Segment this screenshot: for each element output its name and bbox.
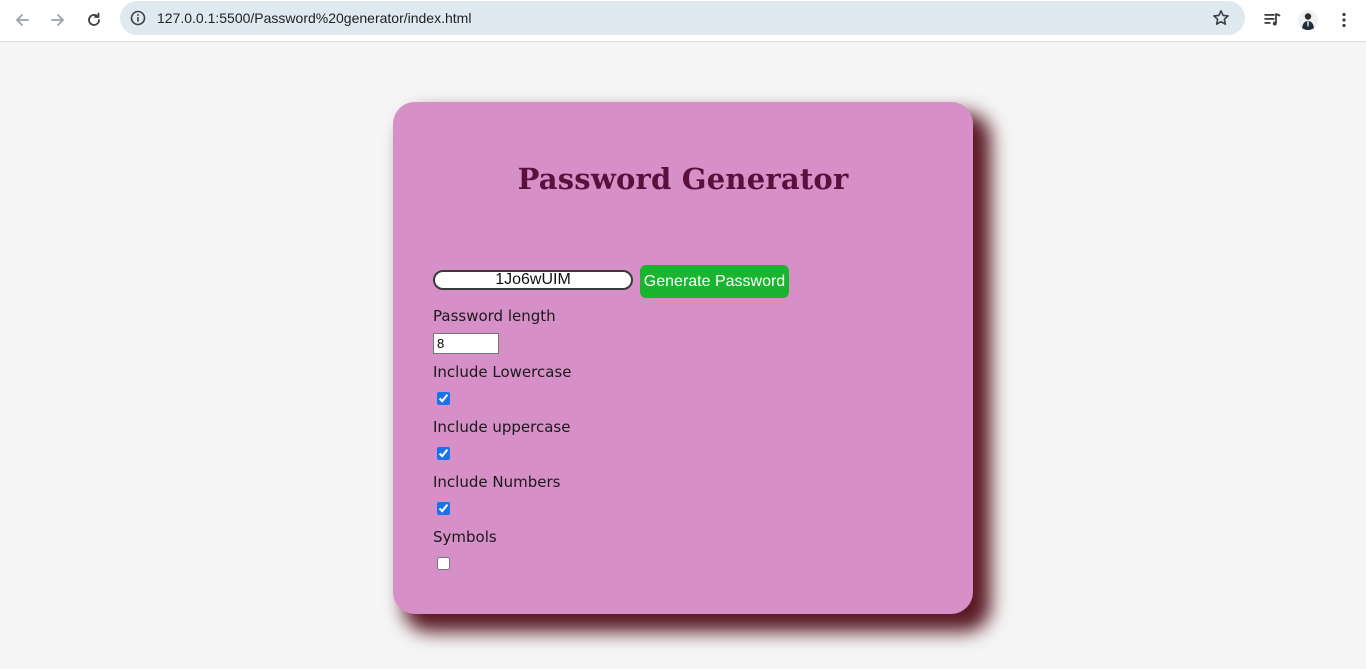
back-button[interactable] <box>8 6 36 34</box>
media-queue-icon <box>1264 13 1281 26</box>
info-icon <box>130 10 146 26</box>
site-info-button[interactable] <box>127 7 149 29</box>
reload-button[interactable] <box>80 6 108 34</box>
kebab-menu-icon <box>1342 12 1346 28</box>
arrow-right-icon <box>51 14 64 26</box>
bookmark-button[interactable] <box>1209 6 1233 30</box>
uppercase-label: Include uppercase <box>433 418 571 436</box>
reload-icon <box>88 12 100 26</box>
arrow-left-icon <box>16 14 29 26</box>
password-generator-card: Password Generator Generate Password Pas… <box>393 102 973 614</box>
media-controls-button[interactable] <box>1258 6 1286 34</box>
uppercase-checkbox[interactable] <box>437 447 450 460</box>
symbols-checkbox[interactable] <box>437 557 450 570</box>
url-text[interactable]: 127.0.0.1:5500/Password%20generator/inde… <box>157 10 471 26</box>
lowercase-checkbox[interactable] <box>437 392 450 405</box>
password-length-label: Password length <box>433 307 556 325</box>
profile-button[interactable] <box>1294 6 1322 34</box>
numbers-checkbox[interactable] <box>437 502 450 515</box>
forward-button[interactable] <box>44 6 72 34</box>
lowercase-label: Include Lowercase <box>433 363 572 381</box>
browser-menu-button[interactable] <box>1330 6 1358 34</box>
symbols-label: Symbols <box>433 528 497 546</box>
address-bar[interactable]: 127.0.0.1:5500/Password%20generator/inde… <box>120 1 1245 35</box>
page-title: Password Generator <box>517 162 849 196</box>
generate-password-button[interactable]: Generate Password <box>640 265 789 298</box>
browser-toolbar: 127.0.0.1:5500/Password%20generator/inde… <box>0 0 1366 42</box>
numbers-label: Include Numbers <box>433 473 561 491</box>
avatar <box>1298 10 1318 30</box>
password-output-field[interactable] <box>433 270 633 290</box>
password-length-input[interactable] <box>433 333 499 354</box>
star-icon <box>1213 10 1229 25</box>
